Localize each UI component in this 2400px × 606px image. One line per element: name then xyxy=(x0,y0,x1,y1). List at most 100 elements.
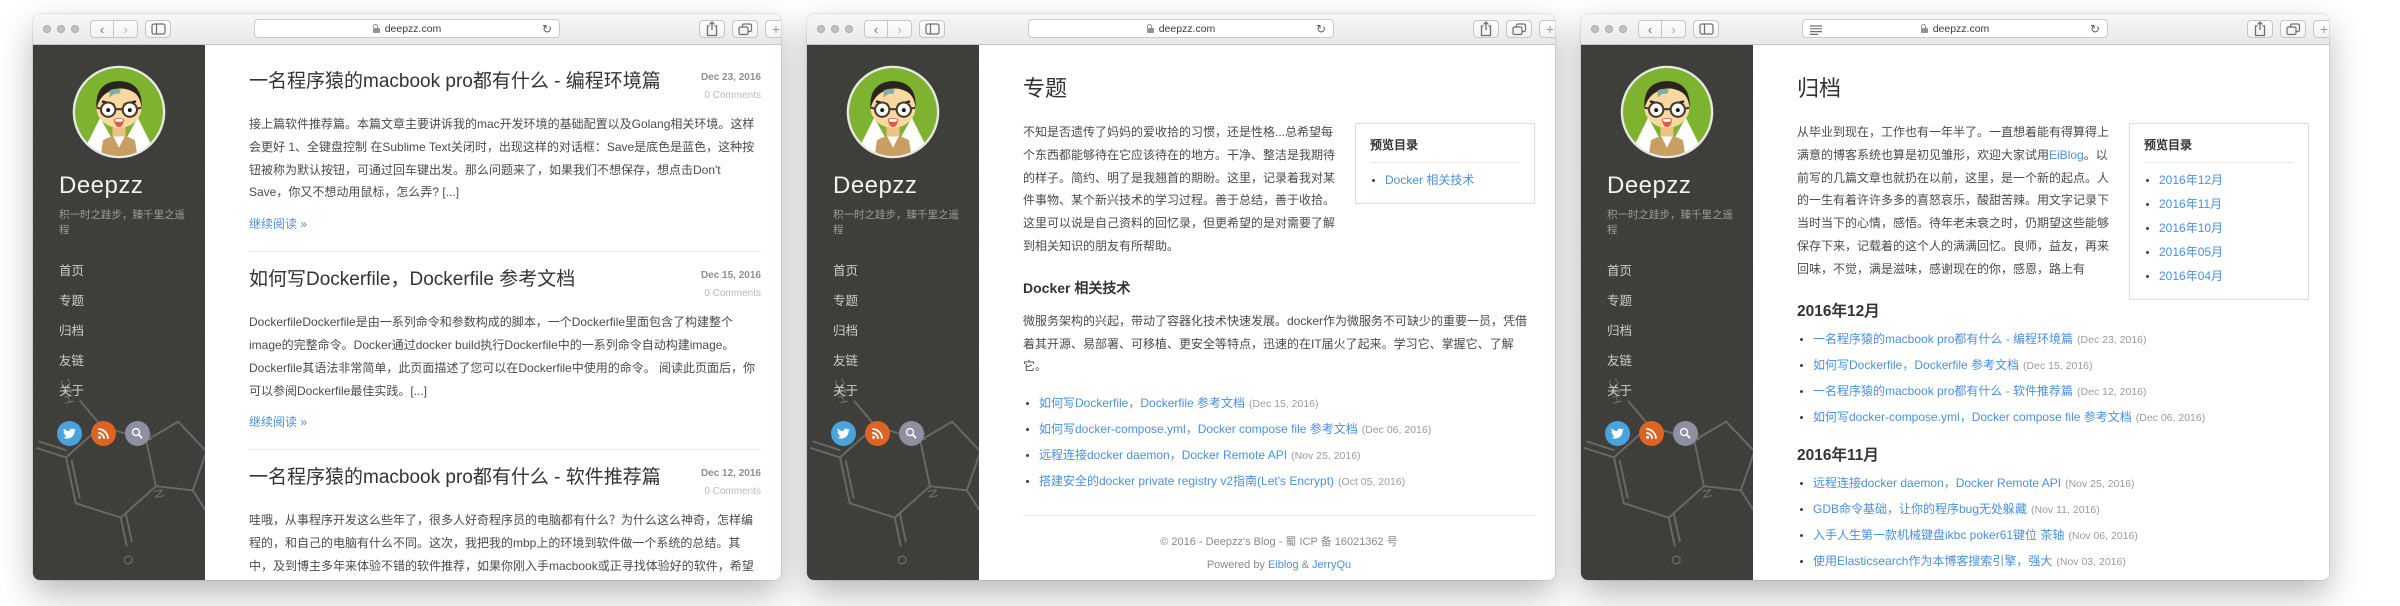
new-tab-button[interactable]: + xyxy=(2313,20,2329,38)
post-link[interactable]: GDB命令基础，让你的程序bug无处躲藏 xyxy=(1813,502,2027,516)
blog-title[interactable]: Deepzz xyxy=(833,172,979,200)
read-more-link[interactable]: 继续阅读 » xyxy=(249,215,307,232)
article-title[interactable]: 一名程序猿的macbook pro都有什么 - 编程环境篇 xyxy=(249,69,661,95)
jerryqu-link[interactable]: JerryQu xyxy=(1312,559,1351,571)
minimize-button[interactable] xyxy=(831,25,839,33)
sidebar-item-archive[interactable]: 归档 xyxy=(1607,316,1753,346)
forward-button[interactable]: › xyxy=(888,20,912,38)
sidebar-toggle-button[interactable] xyxy=(145,20,171,38)
address-bar[interactable]: deepzz.com ↻ xyxy=(1028,19,1334,38)
sidebar-item-links[interactable]: 友链 xyxy=(1607,346,1753,376)
sidebar: Deepzz 积一时之跬步，臻千里之遥程 首页 专题 归档 友链 关于 xyxy=(1581,45,1753,580)
search-icon[interactable] xyxy=(1673,421,1698,446)
post-link[interactable]: 如何写docker-compose.yml，Docker compose fil… xyxy=(1039,422,1358,436)
eiblog-inline-link[interactable]: EiBlog xyxy=(2049,148,2084,162)
minimize-button[interactable] xyxy=(1605,25,1613,33)
address-bar[interactable]: deepzz.com ↻ xyxy=(1802,19,2108,38)
copyright-text: © 2016 - Deepzz's Blog - 蜀 ICP 备 1602136… xyxy=(1023,533,1535,549)
archive-group: 2016年12月 一名程序猿的macbook pro都有什么 - 编程环境篇(D… xyxy=(1797,299,2309,425)
post-link[interactable]: 如何写docker-compose.yml，Docker compose fil… xyxy=(1813,410,2132,424)
sidebar-item-topics[interactable]: 专题 xyxy=(1607,286,1753,316)
toc-item: Docker 相关技术 xyxy=(1385,171,1520,188)
toc-link-2016-05[interactable]: 2016年05月 xyxy=(2159,245,2223,259)
sidebar-toggle-button[interactable] xyxy=(1693,20,1719,38)
toc-link-2016-10[interactable]: 2016年10月 xyxy=(2159,221,2223,235)
back-button[interactable]: ‹ xyxy=(90,20,114,38)
sidebar-item-about[interactable]: 关于 xyxy=(833,376,979,406)
sidebar-item-about[interactable]: 关于 xyxy=(59,376,205,406)
avatar[interactable] xyxy=(72,65,166,159)
refresh-button[interactable]: ↻ xyxy=(2090,22,2100,36)
post-link[interactable]: 入手人生第一款机械键盘ikbc poker61键位 茶轴 xyxy=(1813,528,2064,542)
sidebar-item-topics[interactable]: 专题 xyxy=(833,286,979,316)
sidebar-item-links[interactable]: 友链 xyxy=(59,346,205,376)
share-button[interactable] xyxy=(699,20,725,38)
close-button[interactable] xyxy=(817,25,825,33)
sidebar-item-archive[interactable]: 归档 xyxy=(833,316,979,346)
post-link[interactable]: 使用Elasticsearch作为本博客搜索引擎，强大 xyxy=(1813,554,2052,568)
sidebar-item-topics[interactable]: 专题 xyxy=(59,286,205,316)
read-more-link[interactable]: 继续阅读 » xyxy=(249,413,307,430)
article-title[interactable]: 如何写Dockerfile，Dockerfile 参考文档 xyxy=(249,267,575,293)
refresh-button[interactable]: ↻ xyxy=(1316,22,1326,36)
zoom-button[interactable] xyxy=(845,25,853,33)
address-bar[interactable]: deepzz.com ↻ xyxy=(254,19,560,38)
sidebar-toggle-button[interactable] xyxy=(919,20,945,38)
forward-button[interactable]: › xyxy=(114,20,138,38)
twitter-icon[interactable] xyxy=(831,421,856,446)
twitter-icon[interactable] xyxy=(57,421,82,446)
traffic-lights xyxy=(43,25,79,33)
zoom-button[interactable] xyxy=(71,25,79,33)
article-comments-link[interactable]: 0 Comments xyxy=(701,90,761,101)
avatar[interactable] xyxy=(1620,65,1714,159)
tabs-button[interactable] xyxy=(1506,20,1532,38)
share-button[interactable] xyxy=(2247,20,2273,38)
tabs-button[interactable] xyxy=(732,20,758,38)
toc-link-2016-11[interactable]: 2016年11月 xyxy=(2159,197,2222,211)
toc-item: 2016年04月 xyxy=(2159,267,2294,284)
rss-icon[interactable] xyxy=(1639,421,1664,446)
search-icon[interactable] xyxy=(125,421,150,446)
sidebar-item-home[interactable]: 首页 xyxy=(833,256,979,286)
post-link[interactable]: 搭建安全的docker private registry v2指南(Let's … xyxy=(1039,474,1334,488)
sidebar-item-archive[interactable]: 归档 xyxy=(59,316,205,346)
post-link[interactable]: 一名程序猿的macbook pro都有什么 - 编程环境篇 xyxy=(1813,332,2073,346)
sidebar-item-home[interactable]: 首页 xyxy=(59,256,205,286)
zoom-button[interactable] xyxy=(1619,25,1627,33)
share-button[interactable] xyxy=(1473,20,1499,38)
sidebar-item-links[interactable]: 友链 xyxy=(833,346,979,376)
avatar[interactable] xyxy=(846,65,940,159)
minimize-button[interactable] xyxy=(57,25,65,33)
refresh-button[interactable]: ↻ xyxy=(542,22,552,36)
toc-link-2016-04[interactable]: 2016年04月 xyxy=(2159,269,2223,283)
new-tab-button[interactable]: + xyxy=(765,20,781,38)
blog-title[interactable]: Deepzz xyxy=(59,172,205,200)
article-comments-link[interactable]: 0 Comments xyxy=(701,288,761,299)
post-link[interactable]: 远程连接docker daemon，Docker Remote API xyxy=(1039,448,1287,462)
sidebar-item-about[interactable]: 关于 xyxy=(1607,376,1753,406)
eiblog-link[interactable]: Eiblog xyxy=(1268,559,1299,571)
back-button[interactable]: ‹ xyxy=(864,20,888,38)
twitter-icon[interactable] xyxy=(1605,421,1630,446)
forward-button[interactable]: › xyxy=(1662,20,1686,38)
toc-link-2016-12[interactable]: 2016年12月 xyxy=(2159,173,2223,187)
article-title[interactable]: 一名程序猿的macbook pro都有什么 - 软件推荐篇 xyxy=(249,465,661,491)
post-link[interactable]: 远程连接docker daemon，Docker Remote API xyxy=(1813,476,2061,490)
post-link[interactable]: 一名程序猿的macbook pro都有什么 - 软件推荐篇 xyxy=(1813,384,2073,398)
sidebar-item-home[interactable]: 首页 xyxy=(1607,256,1753,286)
close-button[interactable] xyxy=(1591,25,1599,33)
search-icon[interactable] xyxy=(899,421,924,446)
tabs-button[interactable] xyxy=(2280,20,2306,38)
reader-mode-icon[interactable] xyxy=(1810,25,1822,35)
article-date: Dec 23, 2016 xyxy=(701,72,761,83)
close-button[interactable] xyxy=(43,25,51,33)
toc-link-docker[interactable]: Docker 相关技术 xyxy=(1385,173,1474,187)
new-tab-button[interactable]: + xyxy=(1539,20,1555,38)
back-button[interactable]: ‹ xyxy=(1638,20,1662,38)
article-comments-link[interactable]: 0 Comments xyxy=(701,486,761,497)
post-link[interactable]: 如何写Dockerfile，Dockerfile 参考文档 xyxy=(1813,358,2019,372)
blog-title[interactable]: Deepzz xyxy=(1607,172,1753,200)
rss-icon[interactable] xyxy=(91,421,116,446)
post-link[interactable]: 如何写Dockerfile，Dockerfile 参考文档 xyxy=(1039,396,1245,410)
rss-icon[interactable] xyxy=(865,421,890,446)
